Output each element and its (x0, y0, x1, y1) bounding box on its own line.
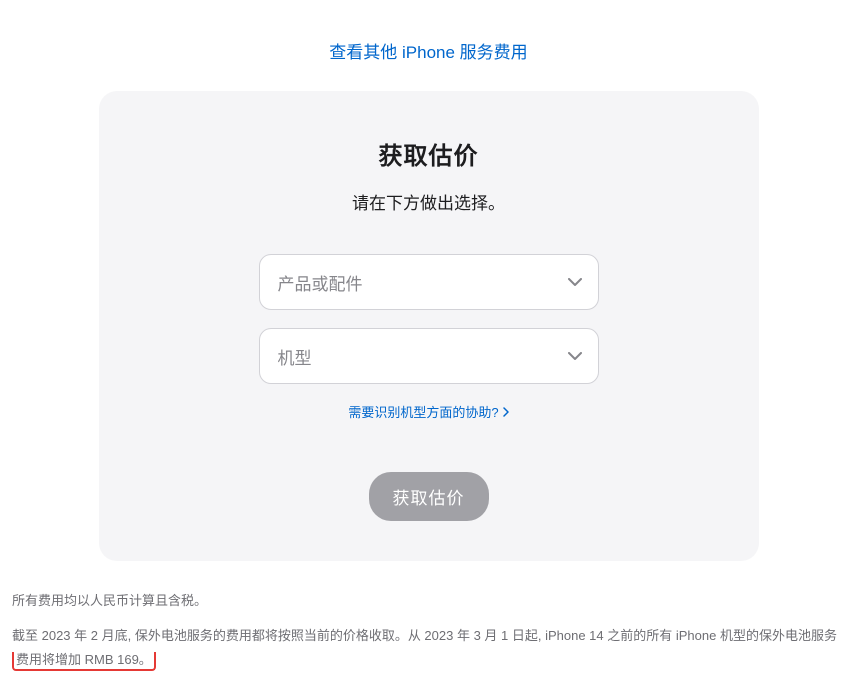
other-costs-link-text: 查看其他 iPhone 服务费用 (329, 43, 527, 62)
other-costs-link[interactable]: 查看其他 iPhone 服务费用 (10, 0, 847, 91)
price-increase-highlight: 费用将增加 RMB 169。 (12, 652, 156, 671)
footer-notes: 所有费用均以人民币计算且含税。 截至 2023 年 2 月底, 保外电池服务的费… (10, 589, 847, 673)
chevron-right-icon (503, 407, 509, 417)
chevron-down-icon (568, 278, 582, 286)
help-link-text: 需要识别机型方面的协助? (348, 402, 498, 421)
card-subtitle: 请在下方做出选择。 (139, 189, 719, 214)
footer-line2: 截至 2023 年 2 月底, 保外电池服务的费用都将按照当前的价格收取。从 2… (12, 624, 845, 673)
model-select[interactable]: 机型 (259, 328, 599, 384)
chevron-down-icon (568, 352, 582, 360)
product-select[interactable]: 产品或配件 (259, 254, 599, 310)
product-select-placeholder: 产品或配件 (278, 270, 580, 295)
select-group: 产品或配件 机型 (139, 254, 719, 422)
estimate-card: 获取估价 请在下方做出选择。 产品或配件 机型 (99, 91, 759, 561)
identify-model-help-link[interactable]: 需要识别机型方面的协助? (348, 402, 508, 421)
card-title: 获取估价 (139, 136, 719, 171)
model-select-placeholder: 机型 (278, 344, 580, 369)
footer-line1: 所有费用均以人民币计算且含税。 (12, 589, 845, 614)
get-estimate-button[interactable]: 获取估价 (369, 472, 489, 521)
footer-line2-prefix: 截至 2023 年 2 月底, 保外电池服务的费用都将按照当前的价格收取。从 2… (12, 628, 837, 643)
